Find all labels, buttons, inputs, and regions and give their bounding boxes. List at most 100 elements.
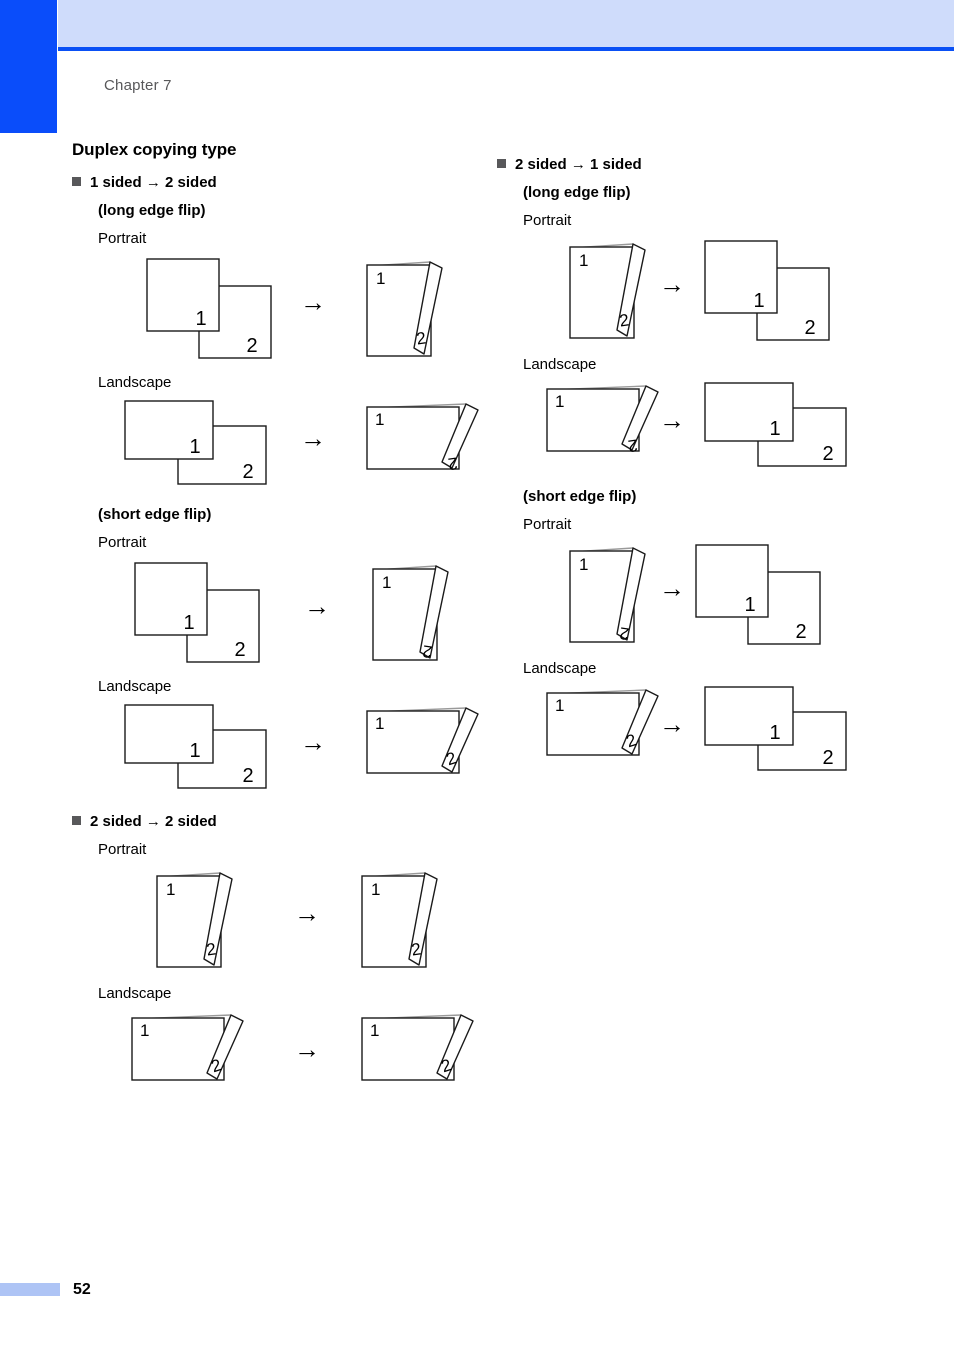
result-duplex-portrait: 1 2 [361,872,438,968]
subheading-short-edge-flip: (short edge flip) [98,506,212,523]
orientation-portrait: Portrait [98,534,147,551]
source-duplex-landscape: 1 2 [546,689,659,756]
subheading-short-edge-flip: (short edge flip) [523,488,637,505]
sheet-number-2: 2 [804,317,815,339]
transform-arrow-icon: → [300,727,326,757]
sheet-number-1: 1 [769,418,780,440]
sheet-number-2: 2 [242,461,253,483]
orientation-landscape: Landscape [523,660,597,677]
sheet-number-1: 1 [579,251,588,270]
orientation-portrait: Portrait [523,212,572,229]
transform-arrow-icon: → [300,287,326,317]
orientation-landscape: Landscape [523,356,597,373]
source-sheets-portrait: 2 1 [134,562,260,663]
sheet-number-1: 1 [579,555,588,574]
header-rule [58,47,954,51]
result-duplex-landscape: 1 2 [366,707,479,774]
sheet-number-1: 1 [183,612,194,634]
transform-arrow-icon: → [300,423,326,453]
sheet-number-2: 2 [795,621,806,643]
transform-arrow-icon: → [659,573,685,603]
result-sheets-portrait: 2 1 [704,240,830,341]
source-sheets-portrait: 2 1 [146,258,272,359]
orientation-portrait: Portrait [98,230,147,247]
transform-arrow-icon: → [294,898,320,928]
result-sheets-portrait: 2 1 [695,544,821,645]
sheet-number-1: 1 [376,269,385,288]
sheet-number-1: 1 [382,573,391,592]
page-number-footer: 52 [73,1281,91,1298]
diagram-1sided-2sided-long-landscape: 2 1 → 1 2 [72,395,479,493]
heading-label: 1 sided → 2 sided [90,174,217,191]
source-sheets-landscape: 2 1 [124,704,267,789]
sheet-number-1: 1 [140,1021,149,1040]
diagram-1sided-2sided-long-portrait: 2 1 → 1 2 [72,251,477,363]
header-band [58,0,954,47]
orientation-landscape: Landscape [98,985,172,1002]
diagram-2sided-1sided-long-portrait: 1 2 → 2 1 [497,233,927,345]
orientation-portrait: Portrait [523,516,572,533]
sheet-number-1: 1 [555,392,564,411]
sheet-number-1: 1 [370,1021,379,1040]
source-duplex-portrait: 1 2 [156,872,233,968]
orientation-portrait: Portrait [98,841,147,858]
heading-2-sided-to-2-sided: 2 sided → 2 sided [72,813,477,830]
transform-arrow-icon: → [304,591,330,621]
sheet-number-1: 1 [189,740,200,762]
sheet-number-2: 2 [246,335,257,357]
heading-label: 2 sided → 2 sided [90,813,217,830]
bullet-square-icon [72,816,81,825]
page-edge-tab [0,0,57,133]
result-duplex-portrait: 1 2 [366,261,443,357]
diagram-2sided-2sided-portrait: 1 2 → 1 2 [72,862,477,974]
source-duplex-portrait: 1 2 [569,243,646,339]
diagram-2sided-1sided-long-landscape: 1 2 → 2 1 [497,377,927,475]
page-title: Duplex copying type [72,140,237,159]
result-duplex-landscape: 1 2 [361,1014,474,1081]
source-sheets-landscape: 2 1 [124,400,267,485]
subheading-long-edge-flip: (long edge flip) [98,202,206,219]
result-sheets-landscape: 2 1 [704,686,847,771]
sheet-number-1: 1 [371,880,380,899]
transform-arrow-icon: → [659,269,685,299]
bullet-square-icon [72,177,81,186]
sheet-number-1: 1 [375,410,384,429]
sheet-number-2: 2 [822,747,833,769]
subheading-long-edge-flip: (long edge flip) [523,184,631,201]
source-duplex-landscape: 1 2 [546,385,659,456]
sheet-number-2: 2 [447,453,459,473]
result-duplex-portrait: 1 2 [372,565,449,662]
sheet-number-2: 2 [627,435,639,455]
orientation-landscape: Landscape [98,374,172,391]
diagram-2sided-1sided-short-landscape: 1 2 → 2 1 [497,681,927,779]
sheet-number-1: 1 [555,696,564,715]
transform-arrow-icon: → [659,709,685,739]
result-sheets-landscape: 2 1 [704,382,847,467]
sheet-number-1: 1 [166,880,175,899]
sheet-number-1: 1 [744,594,755,616]
heading-1-sided-to-2-sided: 1 sided → 2 sided [72,174,477,191]
diagram-2sided-1sided-short-portrait: 1 2 → 2 1 [497,537,927,649]
diagram-2sided-2sided-landscape: 1 2 → 1 2 [72,1006,477,1104]
heading-2-sided-to-1-sided: 2 sided → 1 sided [497,156,927,173]
footer-bar [0,1283,60,1296]
heading-label: 2 sided → 1 sided [515,156,642,173]
right-column: 2 sided → 1 sided (long edge flip) Portr… [497,140,927,779]
sheet-number-2: 2 [822,443,833,465]
sheet-number-1: 1 [753,290,764,312]
sheet-number-2: 2 [234,639,245,661]
source-duplex-landscape: 1 2 [131,1014,244,1081]
left-column: Duplex copying type 1 sided → 2 sided (l… [72,140,479,1104]
bullet-square-icon [497,159,506,168]
result-duplex-landscape: 1 2 [366,403,479,474]
diagram-1sided-2sided-short-portrait: 2 1 → 1 2 [72,555,477,667]
orientation-landscape: Landscape [98,678,172,695]
sheet-number-2: 2 [242,765,253,787]
transform-arrow-icon: → [659,405,685,435]
sheet-number-1: 1 [189,436,200,458]
diagram-1sided-2sided-short-landscape: 2 1 → 1 2 [72,699,479,797]
chapter-label: Chapter 7 [104,77,172,94]
transform-arrow-icon: → [294,1034,320,1064]
sheet-number-1: 1 [195,308,206,330]
sheet-number-1: 1 [769,722,780,744]
